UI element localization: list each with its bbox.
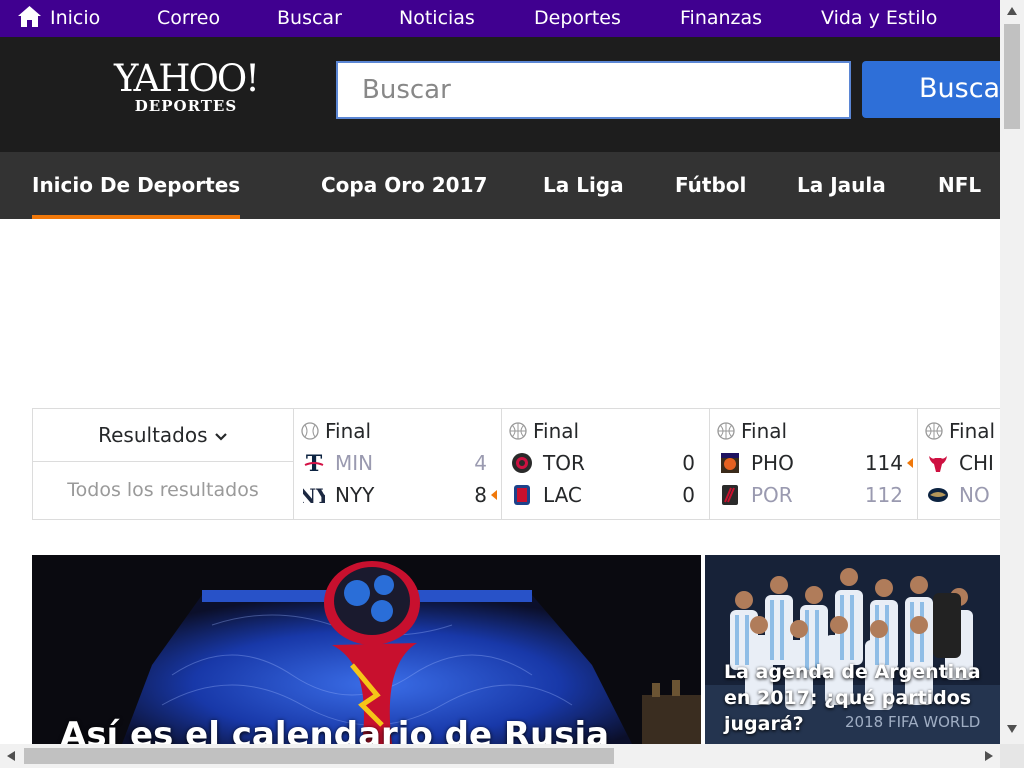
topnav-noticias[interactable]: Noticias xyxy=(399,0,475,37)
scrollbar-corner xyxy=(1000,744,1024,768)
team-abbr: NO xyxy=(959,483,990,507)
topnav-buscar[interactable]: Buscar xyxy=(277,0,342,37)
team-abbr: MIN xyxy=(335,451,374,475)
team-abbr: NYY xyxy=(335,483,375,507)
team-abbr: TOR xyxy=(543,451,585,475)
team-row-away: TOR 0 xyxy=(511,449,701,477)
logo-wordmark: YAHOO! xyxy=(113,57,260,100)
pelicans-logo xyxy=(928,488,948,502)
search-button[interactable]: Buscar xyxy=(862,61,1000,118)
yankees-logo: NY xyxy=(303,484,325,506)
game-status: Final xyxy=(925,419,995,443)
home-icon[interactable] xyxy=(17,5,42,28)
game-card[interactable]: Final CHI NO xyxy=(917,409,1000,519)
team-score: 0 xyxy=(682,451,695,475)
team-row-home: NO xyxy=(927,481,1000,509)
team-score: 112 xyxy=(864,483,903,507)
bulls-logo xyxy=(929,456,947,472)
basketball-icon xyxy=(925,422,943,440)
baseball-icon xyxy=(301,422,319,440)
chevron-down-icon xyxy=(215,433,227,441)
results-dropdown[interactable]: Resultados xyxy=(33,409,293,462)
game-status-text: Final xyxy=(533,419,580,443)
game-status-text: Final xyxy=(949,419,996,443)
team-row-home: POR 112 xyxy=(719,481,909,509)
hero-title[interactable]: Así es el calendario de Rusia xyxy=(60,715,609,744)
team-score: 4 xyxy=(474,451,487,475)
all-results-link[interactable]: Todos los resultados xyxy=(33,462,293,519)
topnav-vida-y-estilo[interactable]: Vida y Estilo xyxy=(821,0,937,37)
hero-story[interactable]: Así es el calendario de Rusia xyxy=(32,555,701,744)
site-header: YAHOO! DEPORTES Buscar Buscar xyxy=(0,37,1000,152)
twins-logo: T xyxy=(304,452,324,474)
top-nav-bar: Inicio Correo Buscar Noticias Deportes F… xyxy=(0,0,1000,37)
sports-nav: Inicio De Deportes Copa Oro 2017 La Liga… xyxy=(0,152,1000,219)
team-row-home: LAC 0 xyxy=(511,481,701,509)
scoreboard-menu: Resultados Todos los resultados xyxy=(33,409,294,519)
team-row-away: PHO 114 xyxy=(719,449,913,477)
topnav-deportes[interactable]: Deportes xyxy=(534,0,621,37)
horizontal-scroll-thumb[interactable] xyxy=(24,748,614,764)
yahoo-deportes-logo[interactable]: YAHOO! DEPORTES xyxy=(112,57,260,115)
game-card[interactable]: Final T MIN 4 NY NYY 8 xyxy=(293,409,502,519)
vertical-scroll-thumb[interactable] xyxy=(1004,24,1020,129)
team-row-away: T MIN 4 xyxy=(303,449,493,477)
tab-la-jaula[interactable]: La Jaula xyxy=(797,152,886,219)
scroll-up-icon[interactable] xyxy=(1006,6,1018,16)
game-status: Final xyxy=(301,419,371,443)
page-viewport: Inicio Correo Buscar Noticias Deportes F… xyxy=(0,0,1000,744)
winner-indicator xyxy=(491,490,497,500)
tab-nfl[interactable]: NFL xyxy=(938,152,981,219)
topnav-inicio[interactable]: Inicio xyxy=(50,0,100,37)
suns-logo xyxy=(721,453,739,473)
game-card[interactable]: Final PHO 114 POR 112 xyxy=(709,409,918,519)
winner-indicator xyxy=(907,458,913,468)
tab-copa-oro-2017[interactable]: Copa Oro 2017 xyxy=(321,152,487,219)
game-status: Final xyxy=(717,419,787,443)
svg-text:NY: NY xyxy=(303,484,325,506)
scoreboard: Resultados Todos los resultados Final T … xyxy=(32,408,1000,520)
tab-futbol[interactable]: Fútbol xyxy=(675,152,746,219)
team-abbr: CHI xyxy=(959,451,994,475)
results-label: Resultados xyxy=(98,423,208,447)
clippers-logo xyxy=(514,485,530,505)
game-status-text: Final xyxy=(741,419,788,443)
team-abbr: PHO xyxy=(751,451,794,475)
side-story-title[interactable]: La agenda de Argentina en 2017: ¿qué par… xyxy=(724,659,994,737)
raptors-logo xyxy=(512,453,532,473)
game-card[interactable]: Final TOR 0 LAC 0 xyxy=(501,409,710,519)
game-status: Final xyxy=(509,419,579,443)
scroll-right-icon[interactable] xyxy=(984,750,994,762)
scroll-down-icon[interactable] xyxy=(1006,724,1018,734)
team-score: 0 xyxy=(682,483,695,507)
team-row-home: NY NYY 8 xyxy=(303,481,497,509)
scroll-left-icon[interactable] xyxy=(6,750,16,762)
tab-inicio-de-deportes[interactable]: Inicio De Deportes xyxy=(32,152,241,219)
tab-la-liga[interactable]: La Liga xyxy=(543,152,624,219)
game-status-text: Final xyxy=(325,419,372,443)
search-input[interactable]: Buscar xyxy=(336,61,851,119)
team-abbr: LAC xyxy=(543,483,582,507)
team-score: 8 xyxy=(474,483,487,507)
blazers-logo xyxy=(722,485,738,505)
side-story[interactable]: 2018 FIFA WORLD La agenda de Argentina e… xyxy=(705,555,1000,744)
team-score: 114 xyxy=(864,451,903,475)
basketball-icon xyxy=(717,422,735,440)
logo-subtitle: DEPORTES xyxy=(134,97,238,115)
basketball-icon xyxy=(509,422,527,440)
team-row-away: CHI xyxy=(927,449,1000,477)
topnav-correo[interactable]: Correo xyxy=(157,0,220,37)
team-abbr: POR xyxy=(751,483,793,507)
topnav-finanzas[interactable]: Finanzas xyxy=(680,0,762,37)
